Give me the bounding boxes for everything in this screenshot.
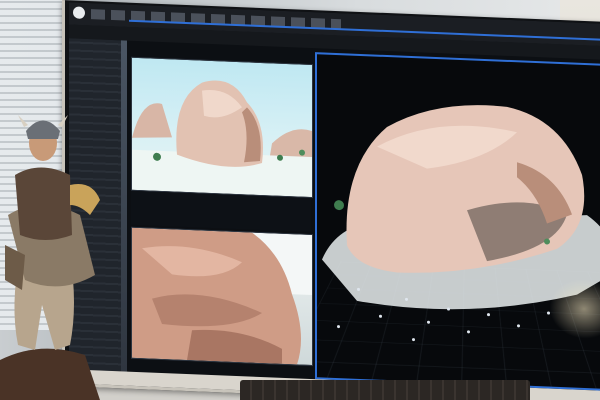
keyboard [240, 380, 530, 400]
source-photo-bottom[interactable] [131, 226, 313, 367]
monitor [62, 0, 600, 400]
warrior-figurine [0, 115, 100, 400]
rock-photo-bottom [132, 227, 312, 365]
monitor-screen [69, 2, 600, 392]
source-photo-top[interactable] [131, 56, 313, 199]
panel-separator [131, 190, 311, 233]
screen-glare [549, 277, 600, 341]
3d-viewport[interactable] [315, 52, 600, 392]
rock-photo-top [132, 80, 312, 198]
photo-scene [0, 0, 600, 400]
app-logo-icon[interactable] [73, 6, 85, 19]
